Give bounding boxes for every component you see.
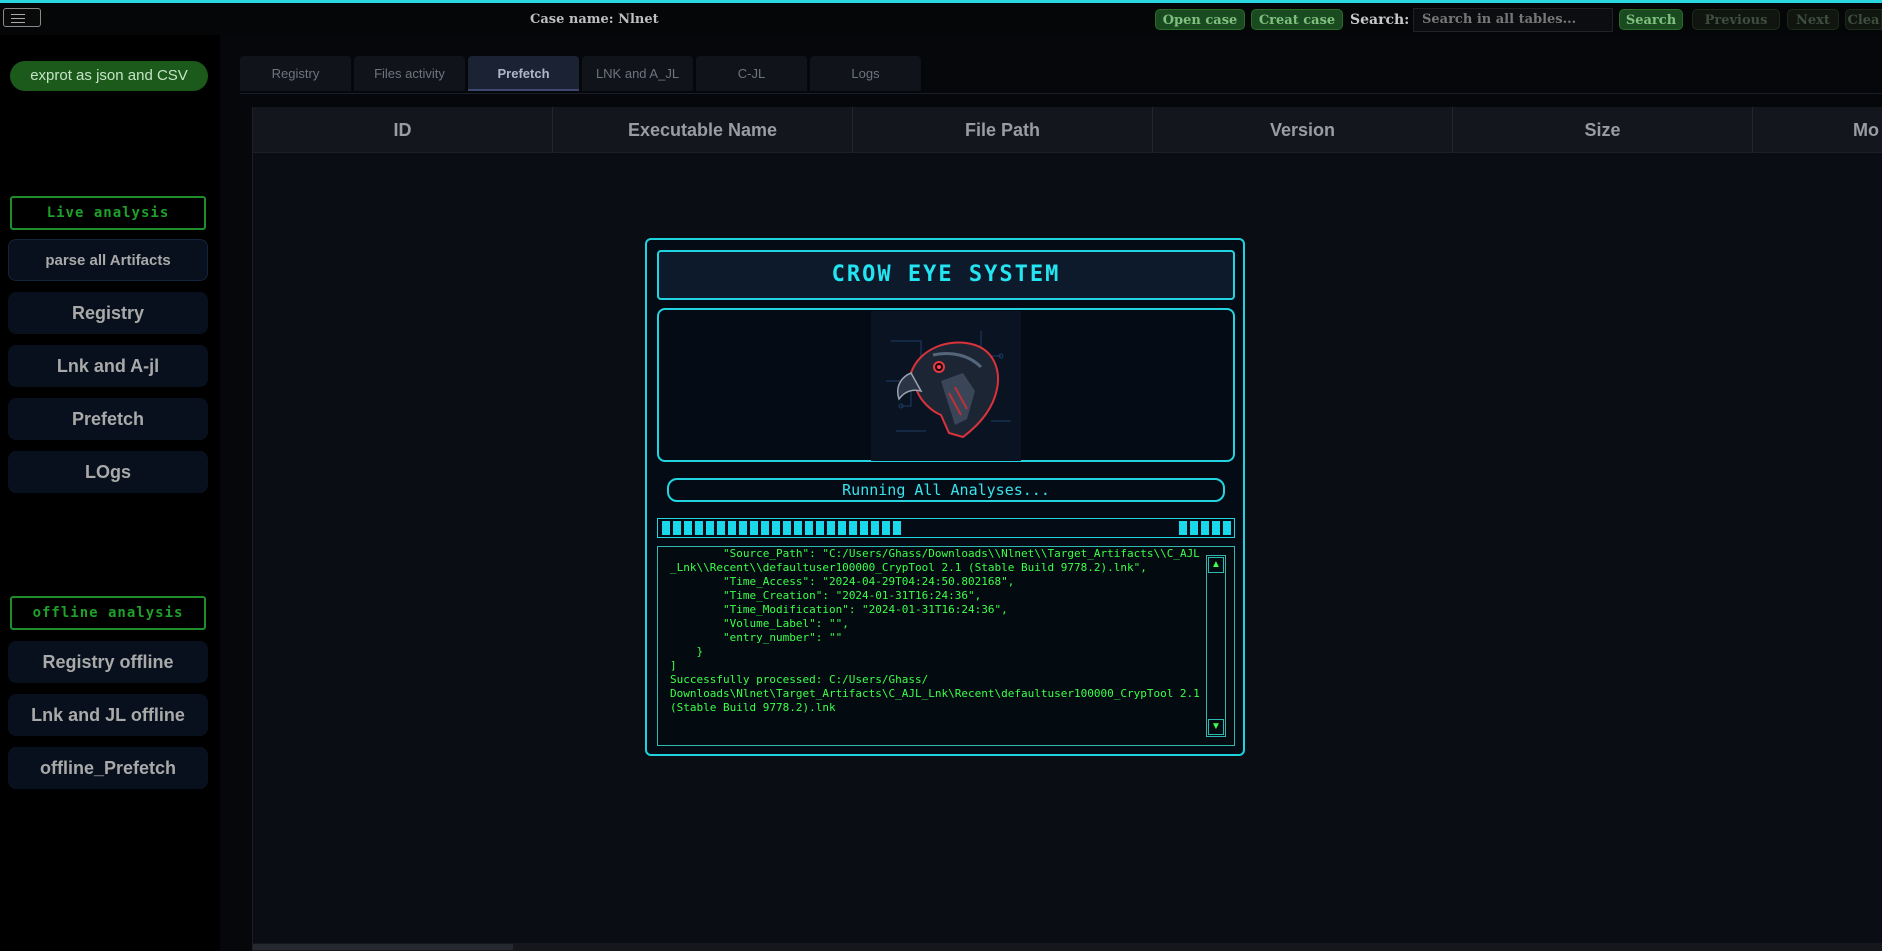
progress-block <box>706 521 714 535</box>
tab-c-jl[interactable]: C-JL <box>696 56 807 91</box>
tab-files-activity[interactable]: Files activity <box>354 56 465 91</box>
column-header-file-path[interactable]: File Path <box>853 107 1153 153</box>
progress-block <box>860 521 868 535</box>
progress-block <box>1201 521 1209 535</box>
log-vertical-scrollbar[interactable]: ▲ ▼ <box>1206 555 1226 737</box>
progress-block <box>838 521 846 535</box>
offline-analysis-label: offline analysis <box>10 596 206 630</box>
previous-button[interactable]: Previous <box>1692 9 1780 30</box>
progress-block <box>761 521 769 535</box>
progress-block <box>684 521 692 535</box>
progress-block <box>728 521 736 535</box>
progress-block <box>772 521 780 535</box>
progress-block <box>673 521 681 535</box>
search-input[interactable]: Search in all tables... <box>1413 8 1613 32</box>
progress-block <box>849 521 857 535</box>
tab-registry[interactable]: Registry <box>240 56 351 91</box>
crow-logo-image <box>871 311 1021 461</box>
progress-block <box>695 521 703 535</box>
tab-prefetch[interactable]: Prefetch <box>468 56 579 91</box>
progress-block <box>1190 521 1198 535</box>
export-json-csv-button[interactable]: exprot as json and CSV <box>10 61 208 91</box>
progress-block <box>662 521 670 535</box>
progress-block <box>1223 521 1231 535</box>
column-header-id[interactable]: ID <box>253 107 553 153</box>
table-header: ID Executable Name File Path Version Siz… <box>253 107 1882 153</box>
progress-bar <box>657 518 1235 538</box>
progress-block <box>1212 521 1220 535</box>
progress-block <box>750 521 758 535</box>
tab-lnk-ajl[interactable]: LNK and A_JL <box>582 56 693 91</box>
offline-prefetch-button[interactable]: offline_Prefetch <box>8 747 208 789</box>
scroll-up-icon[interactable]: ▲ <box>1208 557 1224 573</box>
column-header-executable-name[interactable]: Executable Name <box>553 107 853 153</box>
next-button[interactable]: Next <box>1787 9 1839 30</box>
clear-button[interactable]: Clea <box>1845 9 1882 30</box>
progress-block <box>783 521 791 535</box>
progress-block <box>827 521 835 535</box>
lnk-ajl-button[interactable]: Lnk and A-jl <box>8 345 208 387</box>
progress-fill-right <box>1179 521 1231 535</box>
progress-block <box>1179 521 1187 535</box>
create-case-button[interactable]: Creat case <box>1251 9 1343 30</box>
sidebar: exprot as json and CSV Live analysis par… <box>0 35 220 951</box>
tab-logs[interactable]: Logs <box>810 56 921 91</box>
progress-block <box>717 521 725 535</box>
tab-divider <box>240 93 1882 94</box>
progress-block <box>893 521 901 535</box>
live-analysis-label: Live analysis <box>10 196 206 230</box>
registry-button[interactable]: Registry <box>8 292 208 334</box>
lnk-jl-offline-button[interactable]: Lnk and JL offline <box>8 694 208 736</box>
menu-icon-bar <box>11 22 25 23</box>
progress-block <box>871 521 879 535</box>
case-name-label: Case name: Nlnet <box>530 12 659 27</box>
menu-icon <box>11 14 25 15</box>
search-button[interactable]: Search <box>1619 9 1683 30</box>
search-label: Search: <box>1350 12 1410 28</box>
horizontal-scrollbar[interactable] <box>253 943 1882 951</box>
progress-block <box>816 521 824 535</box>
log-output-text: "Source_Path": "C:/Users/Ghass/Downloads… <box>670 547 1200 714</box>
progress-block <box>805 521 813 535</box>
progress-block <box>882 521 890 535</box>
analysis-progress-dialog: CROW EYE SYSTEM Running All Analyses... … <box>645 238 1245 756</box>
status-message: Running All Analyses... <box>667 478 1225 502</box>
open-case-button[interactable]: Open case <box>1155 9 1245 30</box>
dialog-title: CROW EYE SYSTEM <box>657 250 1235 300</box>
parse-all-artifacts-button[interactable]: parse all Artifacts <box>8 239 208 281</box>
top-toolbar: Case name: Nlnet Open case Creat case Se… <box>0 3 1882 35</box>
hamburger-menu-button[interactable] <box>3 8 41 27</box>
registry-offline-button[interactable]: Registry offline <box>8 641 208 683</box>
logs-button[interactable]: LOgs <box>8 451 208 493</box>
logo-panel <box>657 308 1235 462</box>
prefetch-button[interactable]: Prefetch <box>8 398 208 440</box>
scroll-down-icon[interactable]: ▼ <box>1208 719 1224 735</box>
scrollbar-thumb[interactable] <box>253 944 513 950</box>
menu-icon-bar <box>11 18 25 19</box>
column-header-version[interactable]: Version <box>1153 107 1453 153</box>
progress-block <box>794 521 802 535</box>
column-header-size[interactable]: Size <box>1453 107 1753 153</box>
progress-fill-left <box>662 521 901 535</box>
progress-block <box>739 521 747 535</box>
column-header-modified[interactable]: Mo <box>1753 107 1882 153</box>
log-output-panel[interactable]: "Source_Path": "C:/Users/Ghass/Downloads… <box>657 546 1235 746</box>
